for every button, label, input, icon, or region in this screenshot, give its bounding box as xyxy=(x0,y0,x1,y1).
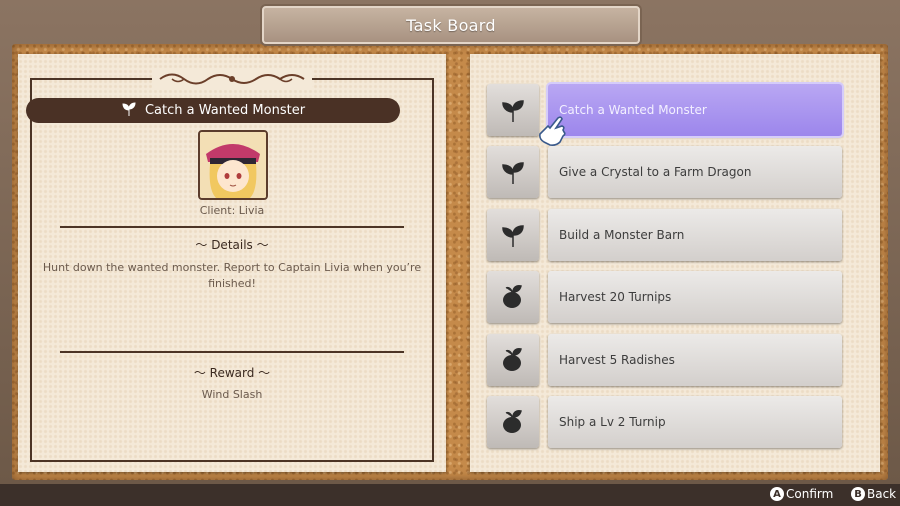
details-heading: ～ Details ～ xyxy=(195,238,269,252)
task-button[interactable]: Ship a Lv 2 Turnip xyxy=(548,396,842,448)
task-button[interactable]: Give a Crystal to a Farm Dragon xyxy=(548,146,842,199)
task-label: Harvest 20 Turnips xyxy=(559,290,672,305)
turnip-icon xyxy=(487,271,539,324)
divider xyxy=(60,226,404,228)
task-label: Catch a Wanted Monster xyxy=(559,103,707,117)
task-row[interactable]: Ship a Lv 2 Turnip xyxy=(487,396,843,448)
task-label: Harvest 5 Radishes xyxy=(559,352,675,367)
a-button-icon: A xyxy=(770,487,784,501)
task-label: Ship a Lv 2 Turnip xyxy=(559,415,666,429)
b-button-icon: B xyxy=(851,487,865,501)
reward-value: Wind Slash xyxy=(201,388,263,401)
task-label: Give a Crystal to a Farm Dragon xyxy=(559,165,752,180)
page-title: Task Board xyxy=(262,6,640,44)
turnip-icon xyxy=(487,396,539,448)
sprout-icon xyxy=(487,208,539,261)
task-button[interactable]: Build a Monster Barn xyxy=(548,208,842,261)
sprout-icon xyxy=(487,84,539,136)
sprout-icon xyxy=(121,101,137,121)
task-row[interactable]: Harvest 5 Radishes xyxy=(487,333,843,386)
sprout-icon xyxy=(487,146,539,199)
client-label: Client: Livia xyxy=(199,204,265,217)
task-button[interactable]: Harvest 5 Radishes xyxy=(548,333,842,386)
confirm-label: Confirm xyxy=(786,487,834,501)
button-hint-bar: A Confirm B Back xyxy=(0,484,900,506)
confirm-button[interactable]: A Confirm xyxy=(770,487,833,501)
pointer-hand-icon xyxy=(534,112,570,148)
back-label: Back xyxy=(867,487,897,501)
client-portrait xyxy=(198,130,268,200)
back-button[interactable]: B Back xyxy=(851,487,896,501)
turnip-icon xyxy=(487,333,539,386)
details-text: Hunt down the wanted monster. Report to … xyxy=(42,261,422,290)
task-row[interactable]: Build a Monster Barn xyxy=(487,208,843,261)
selected-task-title: Catch a Wanted Monster xyxy=(26,98,400,123)
task-row[interactable]: Give a Crystal to a Farm Dragon xyxy=(487,146,843,199)
task-label: Build a Monster Barn xyxy=(559,227,685,242)
divider xyxy=(60,351,404,353)
task-row[interactable]: Harvest 20 Turnips xyxy=(487,271,843,324)
reward-heading: ～ Reward ～ xyxy=(193,366,271,380)
selected-task-title-text: Catch a Wanted Monster xyxy=(144,103,306,118)
ornament-flourish xyxy=(152,68,312,90)
task-button[interactable]: Harvest 20 Turnips xyxy=(548,271,842,324)
task-button[interactable]: Catch a Wanted Monster xyxy=(548,84,842,136)
